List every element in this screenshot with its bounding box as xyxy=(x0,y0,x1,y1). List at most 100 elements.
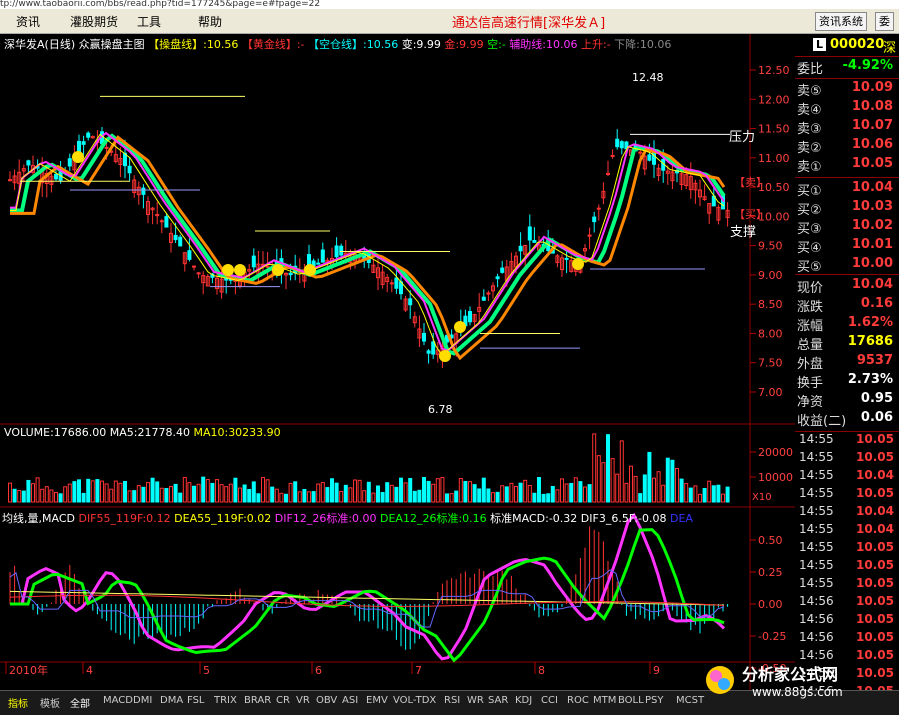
bid-row: 买③ 10.02 xyxy=(797,218,893,237)
gold-line xyxy=(10,135,726,361)
tab-fsl[interactable]: FSL xyxy=(187,695,205,706)
volume-bar xyxy=(178,492,183,503)
volume-bar xyxy=(550,485,555,503)
volume-bar xyxy=(210,482,215,503)
volume-bar xyxy=(205,479,210,503)
candle xyxy=(431,341,436,355)
tab-dma[interactable]: DMA xyxy=(160,695,183,706)
volume-bar xyxy=(173,483,178,503)
volume-bar xyxy=(596,455,601,503)
volume-bar xyxy=(31,483,35,503)
volume-bar xyxy=(518,482,523,503)
high-label: 12.48 xyxy=(632,71,664,84)
tab-boll[interactable]: BOLL xyxy=(618,695,644,706)
volume-bar xyxy=(353,479,357,503)
tab-roc[interactable]: ROC xyxy=(567,695,589,706)
volume-bar xyxy=(371,492,376,503)
tick-row: 14:5610.05 xyxy=(799,594,894,608)
tab-brar[interactable]: BRAR xyxy=(244,695,271,706)
volume-bar xyxy=(541,493,546,503)
volume-bar xyxy=(224,486,229,503)
volume-bar xyxy=(219,484,224,503)
volume-bar xyxy=(458,478,463,503)
volume-bar xyxy=(468,481,472,503)
x-axis-label: 7 xyxy=(415,664,422,677)
volume-bar xyxy=(159,487,164,503)
tab-vol-tdx[interactable]: VOL-TDX xyxy=(393,695,436,706)
volume-bar xyxy=(58,493,63,503)
address-bar[interactable]: tp://www.taobaorii.com/bbs/read.php?tid=… xyxy=(0,0,899,9)
volume-bar xyxy=(638,493,643,503)
volume-bar xyxy=(509,482,514,503)
tab-dmi[interactable]: DMI xyxy=(133,695,152,706)
tab-asi[interactable]: ASI xyxy=(342,695,358,706)
volume-bar xyxy=(311,491,316,503)
volume-bar xyxy=(132,490,137,503)
tab-kdj[interactable]: KDJ xyxy=(515,695,532,706)
volume-bar xyxy=(155,481,160,503)
volume-bar xyxy=(684,483,689,503)
volume-bar xyxy=(109,488,114,503)
tab-rsi[interactable]: RSI xyxy=(444,695,460,706)
candle xyxy=(532,240,537,243)
volume-bar xyxy=(619,440,624,503)
volume-bar xyxy=(118,482,123,503)
tab-cci[interactable]: CCI xyxy=(541,695,558,706)
info-system-button[interactable]: 资讯系统 xyxy=(815,12,867,31)
menu-item-help[interactable]: 帮助 xyxy=(198,13,222,30)
tab-obv[interactable]: OBV xyxy=(316,695,337,706)
tick-row: 14:55 10.04 xyxy=(799,522,894,536)
tab-macd[interactable]: MACD xyxy=(103,695,133,706)
menu-item-futures[interactable]: 灌股期货 xyxy=(70,13,118,30)
macd-header: 均线,量,MACD DIF55_119F:0.12 DEA55_119F:0.0… xyxy=(2,510,693,526)
tab-mtm[interactable]: MTM xyxy=(593,695,616,706)
menu-item-info[interactable]: 资讯 xyxy=(16,13,40,30)
candle xyxy=(192,265,196,268)
chart-area[interactable]: 深华发A(日线) 众赢操盘主图 【操盘线】:10.56 【黄金线】:- 【空仓线… xyxy=(0,34,795,690)
volume-bar xyxy=(537,477,541,503)
smiley-icon xyxy=(304,264,316,276)
volume-bar xyxy=(408,477,413,503)
volume-bar xyxy=(477,488,482,503)
volume-bar xyxy=(325,487,330,503)
volume-bar xyxy=(716,484,721,503)
tab-模板[interactable]: 模板 xyxy=(40,695,60,710)
volume-bar xyxy=(481,477,486,503)
tab-sar[interactable]: SAR xyxy=(488,695,508,706)
macd-value: DEA xyxy=(669,512,693,525)
candle xyxy=(67,158,72,167)
macd-value: DEA12_26标准:0.16 xyxy=(380,512,491,525)
stock-code: 000020 xyxy=(830,37,885,52)
tab-cr[interactable]: CR xyxy=(276,695,290,706)
svg-text:分析家公式网: 分析家公式网 xyxy=(742,665,838,684)
tab-全部[interactable]: 全部 xyxy=(70,695,90,710)
volume-bar xyxy=(707,480,712,503)
volume-bar xyxy=(629,465,633,503)
tick-row: 14:55 10.05 xyxy=(799,540,894,554)
tab-trix[interactable]: TRIX xyxy=(214,695,237,706)
bid-row: 买① 10.04 xyxy=(797,180,893,199)
menu-item-tools[interactable]: 工具 xyxy=(137,13,161,30)
volume-bar xyxy=(688,487,693,503)
tab-vr[interactable]: VR xyxy=(296,695,310,706)
volume-bar xyxy=(63,486,68,503)
bid-row: 买⑤ 10.00 xyxy=(797,256,893,275)
watermark-logo: 分析家公式网 www.88gs.com xyxy=(706,665,843,699)
entrust-button[interactable]: 委 xyxy=(875,12,894,31)
ask-row: 卖① 10.05 xyxy=(797,156,893,175)
tab-指标[interactable]: 指标 xyxy=(8,695,28,710)
candle xyxy=(468,311,472,323)
chart-canvas: 12.5012.0011.5011.0010.5010.009.509.008.… xyxy=(0,34,795,690)
tab-wr[interactable]: WR xyxy=(467,695,484,706)
price-tick: 9.50 xyxy=(758,240,783,253)
smiley-icon xyxy=(439,350,451,362)
macd-tick: 0.50 xyxy=(758,534,783,547)
candle xyxy=(173,234,178,241)
smiley-icon xyxy=(222,264,234,276)
volume-bar xyxy=(504,486,509,503)
candle xyxy=(408,298,413,306)
tab-psy[interactable]: PSY xyxy=(645,695,664,706)
tab-emv[interactable]: EMV xyxy=(366,695,388,706)
candle xyxy=(426,350,431,354)
volume-bar xyxy=(624,482,629,503)
